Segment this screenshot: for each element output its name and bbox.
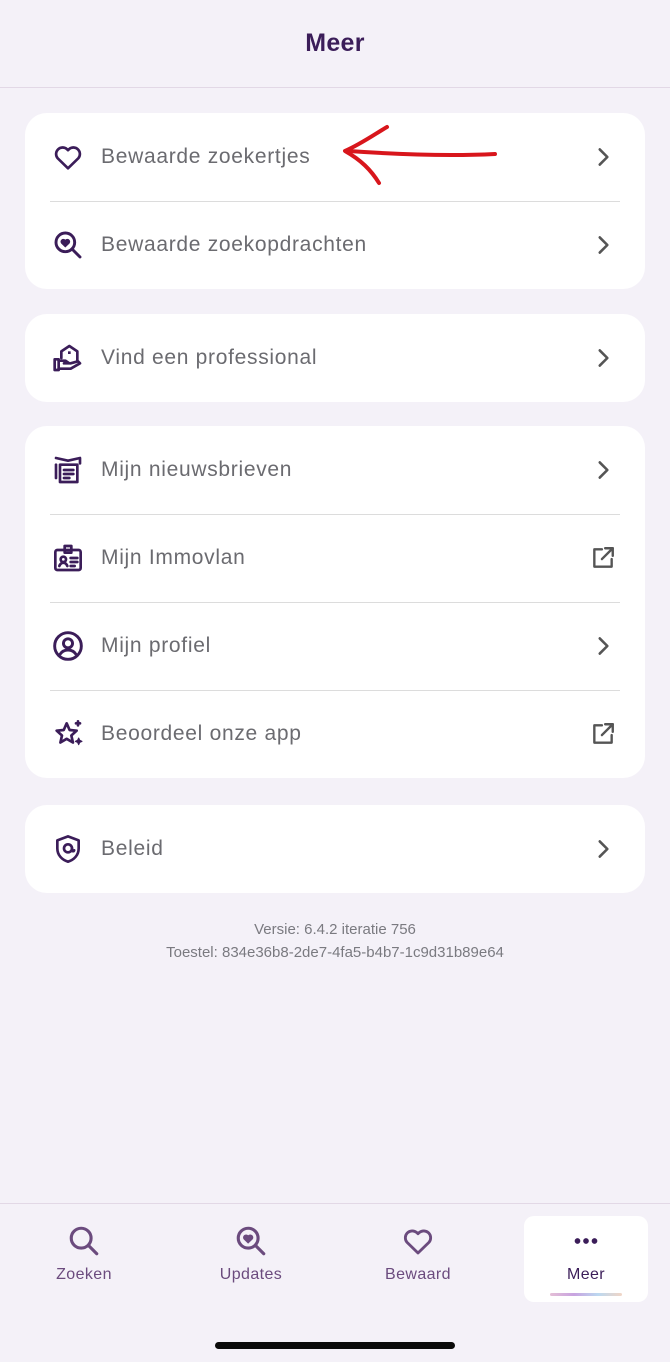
star-sparkle-icon — [51, 717, 85, 751]
tab-label: Meer — [566, 1266, 606, 1283]
bottom-tab-bar: Zoeken Updates Bewaard Meer — [0, 1203, 670, 1362]
menu-item-policy[interactable]: Beleid — [25, 805, 645, 893]
page-title: Meer — [305, 29, 365, 57]
top-bar: Meer — [0, 0, 670, 88]
search-icon — [69, 1226, 99, 1256]
menu-item-label: Bewaarde zoekopdrachten — [101, 233, 367, 256]
tab-updates[interactable]: Updates — [189, 1216, 313, 1302]
tab-zoeken[interactable]: Zoeken — [22, 1216, 146, 1302]
menu-item-my-profile[interactable]: Mijn profiel — [25, 602, 645, 690]
version-text: Versie: 6.4.2 iteratie 756 — [254, 921, 416, 938]
chevron-right-icon — [589, 456, 617, 484]
tab-meer[interactable]: Meer — [524, 1216, 648, 1302]
tab-label: Bewaard — [385, 1266, 451, 1283]
professional-card: Vind een professional — [25, 314, 645, 402]
shield-icon — [51, 832, 85, 866]
menu-item-find-professional[interactable]: Vind een professional — [25, 314, 645, 402]
menu-item-label: Vind een professional — [101, 346, 318, 369]
chevron-right-icon — [589, 835, 617, 863]
heart-icon — [51, 140, 85, 174]
app-info: Versie: 6.4.2 iteratie 756 Toestel: 834e… — [0, 918, 670, 964]
external-link-icon — [589, 720, 617, 748]
house-hand-icon — [51, 341, 85, 375]
menu-item-label: Mijn Immovlan — [101, 546, 246, 569]
menu-item-label: Beleid — [101, 837, 164, 860]
heart-icon — [403, 1229, 433, 1255]
saved-card: Bewaarde zoekertjes Bewaarde zoekopdrach… — [25, 113, 645, 289]
menu-item-newsletters[interactable]: Mijn nieuwsbrieven — [25, 426, 645, 514]
menu-item-rate-app[interactable]: Beoordeel onze app — [25, 690, 645, 778]
menu-item-label: Beoordeel onze app — [101, 722, 302, 745]
user-circle-icon — [51, 629, 85, 663]
more-screen: Meer Bewaarde zoekertjes Bewaarde zoekop… — [0, 0, 670, 1362]
chevron-right-icon — [589, 231, 617, 259]
menu-item-my-immovlan[interactable]: Mijn Immovlan — [25, 514, 645, 602]
menu-item-saved-searches[interactable]: Bewaarde zoekopdrachten — [25, 201, 645, 289]
search-heart-icon — [51, 228, 85, 262]
policy-card: Beleid — [25, 805, 645, 893]
tab-label: Updates — [219, 1266, 283, 1283]
chevron-right-icon — [589, 344, 617, 372]
chevron-right-icon — [589, 143, 617, 171]
chevron-right-icon — [589, 632, 617, 660]
menu-item-saved-listings[interactable]: Bewaarde zoekertjes — [25, 113, 645, 201]
device-id-text: Toestel: 834e36b8-2de7-4fa5-b4b7-1c9d31b… — [166, 944, 504, 961]
home-indicator[interactable] — [215, 1342, 455, 1349]
menu-item-label: Mijn nieuwsbrieven — [101, 458, 293, 481]
menu-item-label: Mijn profiel — [101, 634, 211, 657]
more-dots-icon — [574, 1238, 598, 1244]
menu-item-label: Bewaarde zoekertjes — [101, 145, 311, 168]
tab-label: Zoeken — [56, 1266, 112, 1283]
account-card: Mijn nieuwsbrieven Mijn Immovlan Mijn pr… — [25, 426, 645, 778]
id-badge-icon — [51, 541, 85, 575]
search-heart-icon — [236, 1226, 266, 1256]
active-tab-indicator — [550, 1293, 622, 1296]
tab-bewaard[interactable]: Bewaard — [356, 1216, 480, 1302]
external-link-icon — [589, 544, 617, 572]
newsletter-icon — [51, 453, 85, 487]
